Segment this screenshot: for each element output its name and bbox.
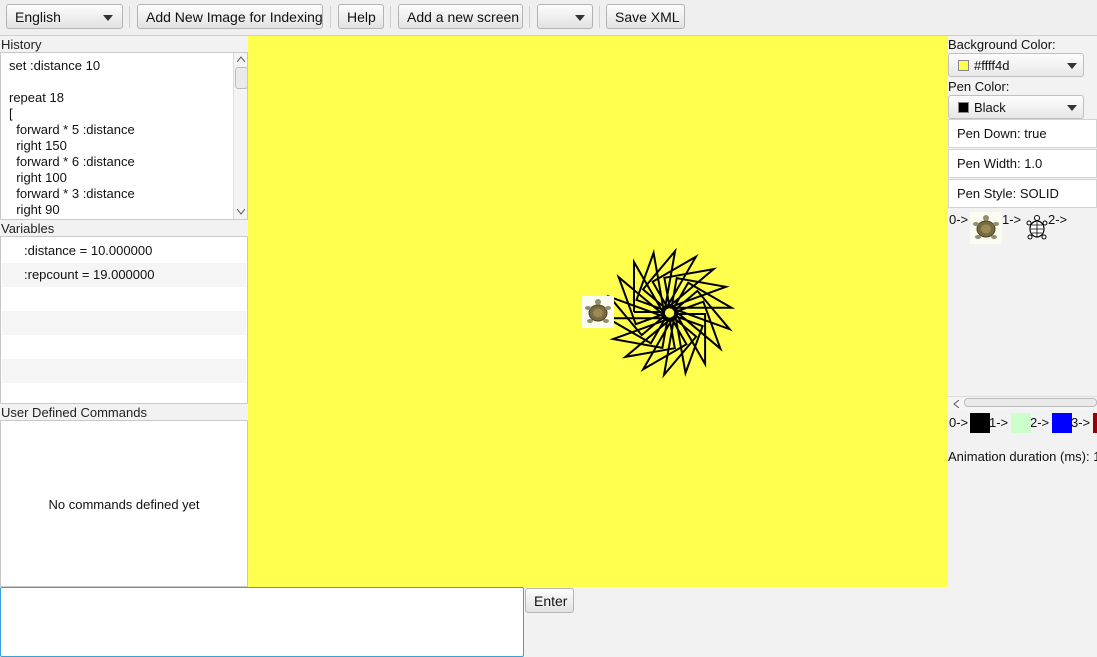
pen-color-value: Black xyxy=(974,100,1006,115)
background-color-picker[interactable]: #ffff4d xyxy=(948,53,1084,77)
history-line: repeat 18 xyxy=(9,90,64,105)
history-line: [ xyxy=(9,106,13,121)
color-swatch xyxy=(958,60,969,71)
history-line: forward * 5 :distance xyxy=(9,122,135,137)
chevron-down-icon xyxy=(1067,105,1077,111)
pen-down-field: Pen Down: true xyxy=(948,119,1097,148)
turtle-image-0[interactable] xyxy=(970,212,1002,244)
history-line: forward * 3 :distance xyxy=(9,186,135,201)
scroll-thumb[interactable] xyxy=(235,67,247,89)
turtle-index-label: 1-> xyxy=(1002,212,1022,227)
turtle-sprite[interactable] xyxy=(582,296,614,328)
history-title: History xyxy=(1,37,42,52)
palette-index-label: 3-> xyxy=(1071,415,1091,430)
variables-panel[interactable]: :distance = 10.000000 :repcount = 19.000… xyxy=(0,236,248,404)
enter-button[interactable]: Enter xyxy=(525,588,574,613)
empty-row xyxy=(2,287,246,311)
toolbar-separator xyxy=(529,6,530,28)
background-color-label: Background Color: xyxy=(948,37,1056,52)
chevron-down-icon xyxy=(103,15,113,21)
palette-index-label: 2-> xyxy=(1030,415,1050,430)
pen-color-picker[interactable]: Black xyxy=(948,95,1084,119)
turtle-index-label: 0-> xyxy=(949,212,969,227)
language-value: English xyxy=(15,9,61,25)
palette-swatch-0[interactable] xyxy=(970,413,990,433)
variables-title: Variables xyxy=(1,221,55,236)
toolbar: English Add New Image for Indexing Help … xyxy=(0,0,1097,36)
turtle-icon xyxy=(585,299,611,323)
empty-row xyxy=(2,335,246,359)
language-select[interactable]: English xyxy=(6,4,123,29)
variable-row[interactable]: :distance = 10.000000 xyxy=(2,239,246,263)
scroll-left-icon[interactable] xyxy=(953,400,959,408)
history-line: set :distance 10 xyxy=(9,58,101,73)
pen-style-field: Pen Style: SOLID xyxy=(948,179,1097,208)
scroll-thumb[interactable] xyxy=(964,398,1097,407)
screen-select[interactable] xyxy=(537,4,593,29)
turtle-image-1[interactable] xyxy=(1024,214,1050,242)
history-line: right 100 xyxy=(9,170,67,185)
help-button[interactable]: Help xyxy=(338,4,384,29)
turtle-image-list[interactable]: 0-> 1-> 2-> xyxy=(948,208,1097,396)
pen-width-field: Pen Width: 1.0 xyxy=(948,149,1097,178)
turtle-drawing xyxy=(603,247,736,379)
history-scrollbar[interactable] xyxy=(233,53,247,219)
commands-title: User Defined Commands xyxy=(1,405,147,420)
commands-empty-text: No commands defined yet xyxy=(48,497,200,512)
pen-width-text: Pen Width: 1.0 xyxy=(957,156,1043,171)
history-panel[interactable]: set :distance 10 repeat 18[ forward * 5 :… xyxy=(0,52,248,220)
toolbar-separator xyxy=(330,6,331,28)
turtle-list-scrollbar[interactable] xyxy=(948,396,1097,410)
chevron-down-icon xyxy=(575,15,585,21)
drawing-canvas[interactable] xyxy=(248,36,948,587)
background-color-value: #ffff4d xyxy=(974,58,1010,73)
toolbar-separator xyxy=(390,6,391,28)
palette-swatch-1[interactable] xyxy=(1011,413,1031,433)
variable-text: :repcount = 19.000000 xyxy=(24,267,155,282)
palette-index-label: 0-> xyxy=(949,415,969,430)
toolbar-separator xyxy=(129,6,130,28)
command-input[interactable] xyxy=(0,587,524,657)
palette-swatch-3[interactable] xyxy=(1093,413,1097,433)
history-line: forward * 6 :distance xyxy=(9,154,135,169)
color-swatch xyxy=(958,102,969,113)
scroll-down-icon[interactable] xyxy=(237,209,245,215)
pen-down-text: Pen Down: true xyxy=(957,126,1047,141)
empty-row xyxy=(2,311,246,335)
empty-row xyxy=(2,359,246,383)
palette-swatch-2[interactable] xyxy=(1052,413,1072,433)
chevron-down-icon xyxy=(1067,63,1077,69)
save-xml-button[interactable]: Save XML xyxy=(606,4,685,29)
palette-index-label: 1-> xyxy=(989,415,1009,430)
variable-text: :distance = 10.000000 xyxy=(24,243,153,258)
history-line: right 150 xyxy=(9,138,67,153)
turtle-outline-icon xyxy=(1026,215,1048,240)
turtle-index-label: 2-> xyxy=(1048,212,1068,227)
add-screen-button[interactable]: Add a new screen xyxy=(398,4,523,29)
turtle-icon xyxy=(973,215,999,239)
animation-duration-label: Animation duration (ms): 1 xyxy=(948,449,1097,464)
toolbar-separator xyxy=(599,6,600,28)
pen-color-label: Pen Color: xyxy=(948,79,1010,94)
add-image-button[interactable]: Add New Image for Indexing xyxy=(137,4,323,29)
pen-style-text: Pen Style: SOLID xyxy=(957,186,1059,201)
history-line: right 90 xyxy=(9,202,60,217)
commands-panel[interactable]: No commands defined yet xyxy=(0,420,248,587)
variable-row[interactable]: :repcount = 19.000000 xyxy=(2,263,246,287)
scroll-up-icon[interactable] xyxy=(237,56,245,62)
